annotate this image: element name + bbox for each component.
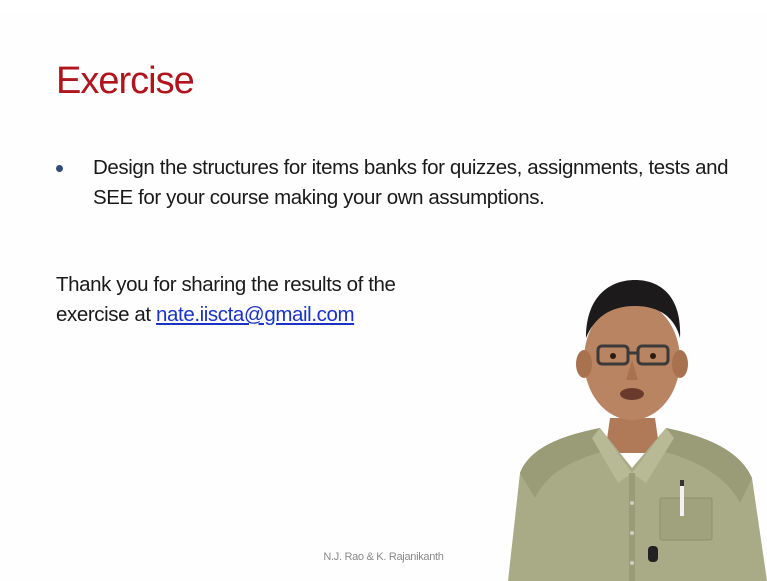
bullet-dot: [56, 165, 63, 172]
presenter-video: [508, 280, 767, 581]
bullet-text: Design the structures for items banks fo…: [93, 156, 729, 209]
email-link[interactable]: nate.iiscta@gmail.com: [156, 303, 355, 326]
top-band: [0, 0, 767, 12]
lecture-slide: Exercise Design the structures for items…: [0, 0, 767, 581]
slide-title: Exercise: [56, 60, 195, 102]
bullet-item: Design the structures for items banks fo…: [56, 153, 736, 213]
thanks-paragraph: Thank you for sharing the results of the…: [56, 270, 456, 330]
footer-authors: N.J. Rao & K. Rajanikanth: [323, 551, 444, 563]
